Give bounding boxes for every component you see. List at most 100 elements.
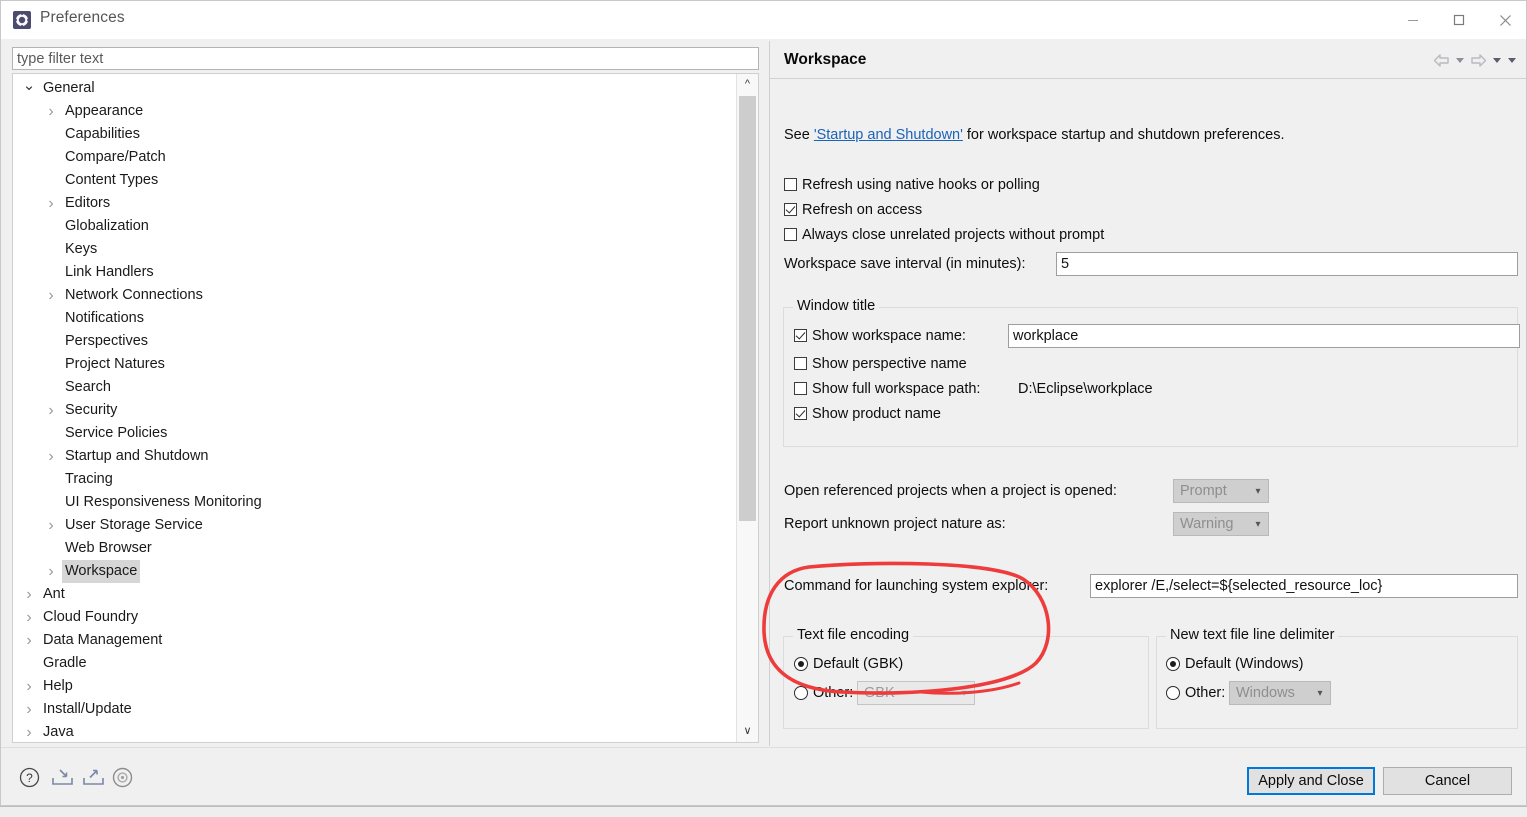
tree-item-label: Compare/Patch (65, 149, 166, 165)
tree-item-ant[interactable]: › Ant (13, 583, 735, 606)
checkbox-box[interactable] (784, 203, 797, 216)
search-input[interactable] (12, 47, 759, 70)
preferences-tree[interactable]: ⌄ General › Appearance Capabilities Compare/P… (12, 73, 759, 743)
radio-encoding-other[interactable]: Other: (794, 685, 853, 701)
checkbox-box[interactable] (794, 382, 807, 395)
open-referenced-label: Open referenced projects when a project … (784, 483, 1117, 499)
tree-item-compare-patch[interactable]: Compare/Patch (13, 146, 735, 169)
tree-item-capabilities[interactable]: Capabilities (13, 123, 735, 146)
checkbox-box[interactable] (784, 178, 797, 191)
chevron-right-icon[interactable]: › (43, 560, 59, 583)
forward-icon[interactable] (1469, 53, 1488, 68)
chevron-right-icon[interactable]: › (21, 629, 37, 652)
export-icon[interactable] (82, 767, 105, 792)
tree-scrollbar[interactable]: ^ ∨ (736, 74, 758, 742)
tree-item-tracing[interactable]: Tracing (13, 468, 735, 491)
tree-item-globalization[interactable]: Globalization (13, 215, 735, 238)
preference-page: Workspace See 'Startup and Shutdown' for… (769, 41, 1526, 779)
tree-item-network-connections[interactable]: › Network Connections (13, 284, 735, 307)
back-dropdown-icon[interactable] (1454, 54, 1466, 66)
scroll-up-icon[interactable]: ^ (737, 74, 758, 95)
tree-item-project-natures[interactable]: Project Natures (13, 353, 735, 376)
tree-item-java[interactable]: › Java (13, 721, 735, 742)
chevron-right-icon[interactable]: › (43, 284, 59, 307)
workspace-name-input[interactable] (1008, 324, 1520, 348)
cancel-button[interactable]: Cancel (1383, 767, 1512, 795)
checkbox-refresh-on-access[interactable]: Refresh on access (784, 202, 922, 218)
checkbox-refresh-native-hooks[interactable]: Refresh using native hooks or polling (784, 177, 1040, 193)
tree-item-content-types[interactable]: Content Types (13, 169, 735, 192)
tree-item-notifications[interactable]: Notifications (13, 307, 735, 330)
tree-item-link-handlers[interactable]: Link Handlers (13, 261, 735, 284)
tree-item-service-policies[interactable]: Service Policies (13, 422, 735, 445)
radio-button[interactable] (794, 686, 808, 700)
delimiter-other-dropdown[interactable]: Windows ▾ (1229, 681, 1331, 705)
close-icon[interactable] (1482, 1, 1526, 39)
tree-item-ui-responsiveness-monitoring[interactable]: UI Responsiveness Monitoring (13, 491, 735, 514)
chevron-right-icon[interactable]: › (21, 606, 37, 629)
full-workspace-path-value: D:\Eclipse\workplace (1018, 381, 1153, 397)
startup-shutdown-link[interactable]: 'Startup and Shutdown' (814, 127, 963, 143)
scroll-down-icon[interactable]: ∨ (737, 721, 758, 742)
encoding-other-dropdown[interactable]: GBK ▾ (857, 681, 975, 705)
chevron-right-icon[interactable]: › (43, 514, 59, 537)
tree-item-data-management[interactable]: › Data Management (13, 629, 735, 652)
apply-and-close-button[interactable]: Apply and Close (1247, 767, 1375, 795)
tree-item-appearance[interactable]: › Appearance (13, 100, 735, 123)
tree-item-keys[interactable]: Keys (13, 238, 735, 261)
target-icon[interactable] (112, 767, 133, 792)
checkbox-box[interactable] (794, 407, 807, 420)
chevron-right-icon[interactable]: › (21, 721, 37, 742)
chevron-down-icon[interactable]: ⌄ (21, 77, 37, 100)
radio-button[interactable] (794, 657, 808, 671)
checkbox-show-perspective-name[interactable]: Show perspective name (794, 356, 967, 372)
back-icon[interactable] (1432, 53, 1451, 68)
tree-item-search[interactable]: Search (13, 376, 735, 399)
checkbox-show-full-workspace-path[interactable]: Show full workspace path: (794, 381, 980, 397)
checkbox-box[interactable] (794, 357, 807, 370)
chevron-right-icon[interactable]: › (21, 583, 37, 606)
import-icon[interactable] (51, 767, 74, 792)
tree-item-general[interactable]: ⌄ General (13, 77, 735, 100)
scrollbar-thumb[interactable] (739, 96, 756, 521)
open-referenced-dropdown[interactable]: Prompt ▾ (1173, 479, 1269, 503)
chevron-right-icon[interactable]: › (43, 399, 59, 422)
chevron-right-icon[interactable]: › (43, 100, 59, 123)
tree-item-startup-and-shutdown[interactable]: › Startup and Shutdown (13, 445, 735, 468)
maximize-icon[interactable] (1436, 1, 1482, 39)
tree-item-editors[interactable]: › Editors (13, 192, 735, 215)
save-interval-input[interactable] (1056, 252, 1518, 276)
chevron-right-icon[interactable]: › (21, 698, 37, 721)
report-nature-dropdown[interactable]: Warning ▾ (1173, 512, 1269, 536)
radio-button[interactable] (1166, 657, 1180, 671)
tree-item-web-browser[interactable]: Web Browser (13, 537, 735, 560)
tree-item-label: Workspace (62, 560, 141, 583)
chevron-right-icon[interactable]: › (43, 192, 59, 215)
checkbox-box[interactable] (784, 228, 797, 241)
radio-delimiter-other[interactable]: Other: (1166, 685, 1225, 701)
forward-dropdown-icon[interactable] (1491, 54, 1503, 66)
radio-delimiter-default[interactable]: Default (Windows) (1166, 656, 1303, 672)
tree-item-security[interactable]: › Security (13, 399, 735, 422)
menu-dropdown-icon[interactable] (1506, 54, 1518, 66)
tree-item-user-storage-service[interactable]: › User Storage Service (13, 514, 735, 537)
radio-encoding-default[interactable]: Default (GBK) (794, 656, 903, 672)
tree-item-perspectives[interactable]: Perspectives (13, 330, 735, 353)
radio-button[interactable] (1166, 686, 1180, 700)
tree-item-label: Tracing (65, 471, 113, 487)
checkbox-close-unrelated-projects[interactable]: Always close unrelated projects without … (784, 227, 1104, 243)
checkbox-show-product-name[interactable]: Show product name (794, 406, 941, 422)
tree-item-cloud-foundry[interactable]: › Cloud Foundry (13, 606, 735, 629)
checkbox-box[interactable] (794, 329, 807, 342)
tree-item-workspace[interactable]: › Workspace (13, 560, 735, 583)
tree-item-gradle[interactable]: Gradle (13, 652, 735, 675)
chevron-right-icon[interactable]: › (43, 445, 59, 468)
help-icon[interactable]: ? (19, 767, 40, 792)
window-title-group: Window title Show workspace name: Show p… (783, 298, 1520, 447)
tree-item-install-update[interactable]: › Install/Update (13, 698, 735, 721)
system-explorer-input[interactable] (1090, 574, 1518, 598)
chevron-right-icon[interactable]: › (21, 675, 37, 698)
checkbox-show-workspace-name[interactable]: Show workspace name: (794, 328, 966, 344)
minimize-icon[interactable] (1390, 1, 1436, 39)
tree-item-help[interactable]: › Help (13, 675, 735, 698)
